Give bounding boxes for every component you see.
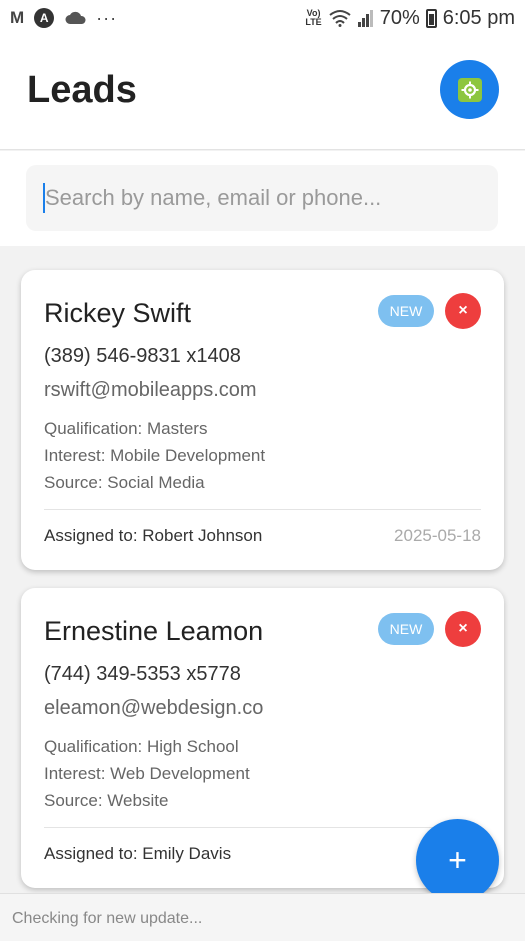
settings-gear-icon [457,77,482,102]
lead-name: Rickey Swift [44,298,192,328]
delete-lead-button[interactable]: × [445,293,481,329]
lead-email: rswift@mobileapps.com [44,379,257,401]
a-circle-icon: A [34,8,55,28]
battery-icon [425,8,437,28]
wifi-icon [328,9,352,27]
signal-icon [357,9,374,27]
lead-phone: (744) 349-5353 x5778 [44,663,241,685]
status-bar: M A ··· Vo) LTE 70% 6:05 pm [0,0,525,36]
clock-time: 6:05 pm [442,6,515,29]
status-badge: NEW [378,295,434,327]
status-badge: NEW [378,613,434,645]
cloud-icon [64,11,86,25]
lead-source: Source: Social Media [44,473,205,492]
volte-icon: Vo) LTE [305,8,322,27]
card-divider [44,509,481,510]
lead-qualification: Qualification: High School [44,737,239,756]
lead-assigned: Assigned to: Robert Johnson [44,526,263,545]
search-section [0,151,525,246]
lead-interest: Interest: Web Development [44,764,250,783]
settings-button[interactable] [440,60,499,119]
lead-card[interactable]: Rickey Swift NEW × (389) 546-9831 x1408 … [21,270,504,570]
lead-assigned: Assigned to: Emily Davis [44,844,232,863]
text-cursor [43,183,45,213]
lead-qualification: Qualification: Masters [44,419,208,438]
gmail-icon: M [10,8,25,27]
lead-date: 2025-05-18 [394,526,481,545]
lead-email: eleamon@webdesign.co [44,697,264,719]
lead-interest: Interest: Mobile Development [44,446,266,465]
battery-percent: 70% [379,6,420,29]
update-status-text: Checking for new update... [12,910,203,927]
card-divider [44,827,481,828]
status-right-icons: Vo) LTE 70% 6:05 pm [305,7,515,30]
lead-name: Ernestine Leamon [44,616,264,646]
app-header: Leads [0,36,525,150]
page-title: Leads [27,69,137,111]
update-status-bar: Checking for new update... [0,893,525,941]
lead-phone: (389) 546-9831 x1408 [44,345,241,367]
more-dots-icon: ··· [96,7,118,28]
delete-lead-button[interactable]: × [445,611,481,647]
search-input[interactable] [26,165,498,231]
status-left-icons: M A ··· [10,8,117,29]
add-lead-button[interactable]: + [416,819,499,902]
lead-source: Source: Website [44,791,169,810]
